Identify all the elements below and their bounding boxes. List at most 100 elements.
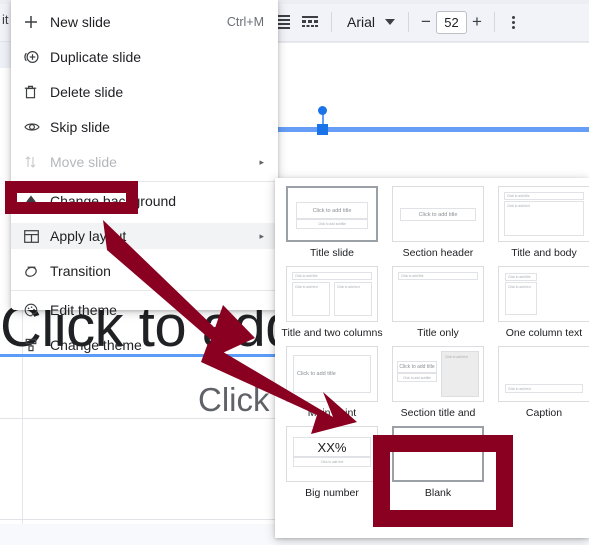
layout-option-title-only[interactable]: Click to add title Title only — [385, 266, 491, 346]
screenshot-root: Arial − 52 + it Click to add Click t New… — [0, 0, 589, 545]
placeholder-body-text: Click to add text — [295, 285, 318, 289]
toolbar-divider-3 — [494, 12, 496, 32]
placeholder-title-text: Click to add title — [401, 274, 424, 278]
chevron-down-icon[interactable] — [379, 10, 401, 34]
layout-label: One column text — [505, 327, 583, 339]
placeholder-body-text: Click to add text — [320, 460, 344, 464]
layout-option-title-and-body[interactable]: Click to add title Click to add text Tit… — [491, 186, 589, 266]
layout-option-title-and-two-columns[interactable]: Click to add title Click to add text Cli… — [279, 266, 385, 346]
more-options-icon[interactable] — [502, 10, 524, 34]
layout-label: Title only — [417, 327, 459, 339]
placeholder-title-text: Click to add title — [295, 274, 318, 278]
menu-item-apply-layout[interactable]: Apply layout ▸ — [11, 223, 278, 249]
theme-brush-icon — [24, 338, 50, 352]
layout-label: Section title and — [400, 407, 476, 419]
layout-label: Title and body — [511, 247, 577, 259]
layout-label: Big number — [305, 487, 359, 499]
layout-option-section-title-and-description[interactable]: Click to add title Click to add subtitle… — [385, 346, 491, 426]
layout-option-caption[interactable]: Click to add text Caption — [491, 346, 589, 426]
toolbar-divider-2 — [408, 12, 410, 32]
layout-thumbnail: Click to add title — [392, 266, 484, 322]
menu-item-transition[interactable]: Transition — [11, 258, 278, 284]
layout-label: Main point — [307, 407, 357, 419]
layout-thumbnail: Click to add title Click to add subtitle — [286, 186, 378, 242]
placeholder-subtitle-text: Click to add subtitle — [403, 375, 431, 380]
menu-item-label: Transition — [50, 263, 111, 279]
move-arrows-icon — [24, 155, 50, 169]
menu-item-label: Skip slide — [50, 119, 110, 135]
menu-gap-5 — [11, 214, 278, 223]
selection-resize-handle[interactable] — [317, 124, 328, 135]
menu-item-edit-theme[interactable]: Edit theme — [11, 297, 278, 323]
layout-option-big-number[interactable]: XX% Click to add text Big number — [279, 426, 385, 506]
layout-thumbnail: Click to add title Click to add text Cli… — [286, 266, 378, 322]
menu-gap-2 — [11, 70, 278, 79]
layout-thumbnail: XX% Click to add text — [286, 426, 378, 482]
duplicate-icon — [24, 50, 50, 64]
placeholder-subtitle-text: Click to add subtitle — [318, 222, 346, 226]
annotation-highlight-apply-layout — [5, 181, 138, 214]
menu-gap-7 — [11, 323, 278, 332]
menu-top-spacer — [11, 0, 278, 9]
font-size-input[interactable]: 52 — [436, 10, 468, 34]
layout-label: Title slide — [310, 247, 354, 259]
plus-icon — [24, 15, 50, 29]
slide-context-menu[interactable]: New slide Ctrl+M Duplicate slide Delete — [11, 0, 278, 353]
placeholder-body-text: Click to add text — [507, 204, 530, 208]
transition-icon — [24, 264, 50, 278]
layout-thumbnail: Click to add title — [392, 186, 484, 242]
menu-gap-3 — [11, 105, 278, 114]
menu-item-accel: Ctrl+M — [226, 15, 264, 29]
placeholder-body-text: Click to add text — [445, 355, 468, 359]
font-family-label[interactable]: Arial — [339, 14, 379, 30]
menu-gap-6 — [11, 249, 278, 258]
decrease-font-size-button[interactable]: − — [416, 10, 436, 34]
layout-grid-icon — [24, 229, 50, 243]
placeholder-title-text: Click to add title — [312, 207, 352, 214]
menu-gap-1 — [11, 35, 278, 44]
toolbar-controls: Arial − 52 + — [268, 6, 524, 38]
toolbar-divider-1 — [331, 12, 332, 32]
placeholder-big-number-text: XX% — [317, 439, 347, 455]
menu-item-label: Change theme — [50, 337, 142, 353]
layout-option-section-header[interactable]: Click to add title Section header — [385, 186, 491, 266]
placeholder-title-text: Click to add title — [297, 371, 336, 377]
layout-thumbnail: Click to add title Click to add text — [498, 186, 589, 242]
menu-separator-2 — [11, 290, 278, 291]
layout-thumbnail: Click to add text — [498, 346, 589, 402]
layout-label: Section header — [402, 247, 474, 259]
menu-gap-4 — [11, 140, 278, 149]
layout-option-one-column-text[interactable]: Click to add title Click to add text One… — [491, 266, 589, 346]
layout-label: Title and two columns — [281, 327, 383, 339]
layout-thumbnail: Click to add title Click to add text — [498, 266, 589, 322]
palette-icon — [24, 303, 50, 317]
menu-item-label: New slide — [50, 14, 111, 30]
menu-item-label: Move slide — [50, 154, 117, 170]
eye-icon — [24, 121, 50, 133]
menu-item-duplicate-slide[interactable]: Duplicate slide — [11, 44, 278, 70]
submenu-arrow-icon: ▸ — [259, 156, 264, 167]
menu-item-label: Edit theme — [50, 302, 117, 318]
placeholder-body-text: Click to add text — [337, 285, 360, 289]
text-formatting-icon[interactable] — [296, 8, 324, 36]
menu-item-skip-slide[interactable]: Skip slide — [11, 114, 278, 140]
menu-item-delete-slide[interactable]: Delete slide — [11, 79, 278, 105]
placeholder-body-text: Click to add text — [508, 285, 531, 289]
menu-item-move-slide[interactable]: Move slide ▸ — [11, 149, 278, 175]
menu-item-label: Duplicate slide — [50, 49, 142, 65]
menu-item-label: Delete slide — [50, 84, 124, 100]
layout-option-main-point[interactable]: Click to add title Main point — [279, 346, 385, 426]
annotation-highlight-blank — [373, 435, 513, 527]
placeholder-title-text: Click to add title — [508, 275, 531, 279]
selection-rotate-handle[interactable] — [318, 106, 327, 115]
layout-thumbnail: Click to add title — [286, 346, 378, 402]
placeholder-title-text: Click to add title — [399, 364, 435, 370]
increase-font-size-button[interactable]: + — [467, 10, 487, 34]
menu-item-label: Apply layout — [50, 228, 127, 244]
layout-option-title-slide[interactable]: Click to add title Click to add subtitle… — [279, 186, 385, 266]
placeholder-title-text: Click to add title — [507, 194, 530, 198]
menu-item-change-theme[interactable]: Change theme — [11, 332, 278, 358]
layout-thumbnail: Click to add title Click to add subtitle… — [392, 346, 484, 402]
menu-item-new-slide[interactable]: New slide Ctrl+M — [11, 9, 278, 35]
layout-label: Caption — [525, 407, 563, 419]
